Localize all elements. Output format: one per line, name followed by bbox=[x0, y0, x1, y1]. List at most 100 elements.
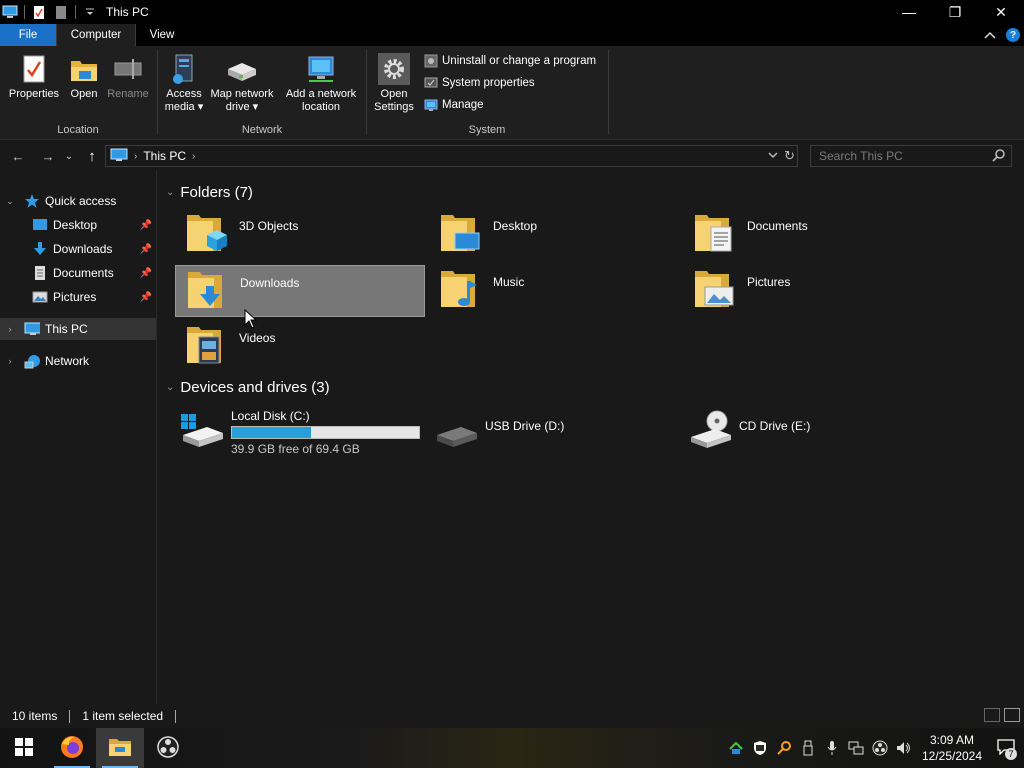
pin-icon[interactable]: 📌 bbox=[140, 220, 152, 231]
restore-button[interactable]: ❐ bbox=[932, 0, 978, 24]
nav-item-desktop[interactable]: Desktop 📌 bbox=[0, 214, 156, 236]
firefox-icon bbox=[59, 734, 85, 763]
breadcrumb-chevron-icon[interactable]: › bbox=[134, 151, 137, 162]
desktop-icon bbox=[32, 217, 48, 233]
map-network-drive-button[interactable]: Map network drive ▾ bbox=[206, 52, 278, 114]
address-dropdown-icon[interactable] bbox=[768, 150, 778, 162]
add-network-location-button[interactable]: Add a network location bbox=[280, 52, 362, 114]
collapse-chevron-icon[interactable]: ⌄ bbox=[166, 382, 174, 393]
up-button[interactable]: ↑ bbox=[83, 147, 101, 165]
taskbar-file-explorer[interactable] bbox=[96, 728, 144, 768]
properties-button[interactable]: Properties bbox=[6, 52, 62, 101]
view-toggle bbox=[984, 708, 1020, 722]
network-tray-icon[interactable] bbox=[844, 728, 868, 768]
map-drive-label-2: drive ▾ bbox=[225, 101, 259, 113]
forward-button[interactable]: → bbox=[39, 147, 57, 165]
manage-button[interactable]: Manage bbox=[423, 98, 484, 112]
navigation-bar: ← → ⌄ ↑ › This PC › ↻ bbox=[0, 141, 1024, 171]
minimize-button[interactable]: — bbox=[886, 0, 932, 24]
nav-label-this-pc: This PC bbox=[45, 322, 88, 336]
breadcrumb-this-pc[interactable]: This PC bbox=[143, 149, 186, 163]
folder-tile-downloads[interactable]: Downloads bbox=[175, 265, 425, 317]
drive-tile-usb-d[interactable]: USB Drive (D:) bbox=[429, 405, 679, 455]
nav-item-quick-access[interactable]: ⌄ Quick access bbox=[0, 190, 156, 212]
nav-item-this-pc[interactable]: › This PC bbox=[0, 318, 156, 340]
access-media-icon bbox=[167, 52, 201, 86]
nav-item-network[interactable]: › Network bbox=[0, 350, 156, 372]
properties-qat-icon[interactable] bbox=[31, 4, 47, 20]
search-icon[interactable] bbox=[992, 149, 1005, 165]
tab-file[interactable]: File bbox=[0, 24, 56, 46]
back-button[interactable]: ← bbox=[9, 147, 27, 165]
folder-tile-music[interactable]: Music bbox=[429, 265, 679, 317]
help-icon[interactable]: ? bbox=[1006, 28, 1020, 42]
new-folder-qat-icon[interactable] bbox=[53, 4, 69, 20]
group-header-devices[interactable]: ⌄ Devices and drives (3) bbox=[166, 379, 330, 396]
pin-icon[interactable]: 📌 bbox=[140, 244, 152, 255]
tab-computer[interactable]: Computer bbox=[56, 24, 136, 46]
pin-icon[interactable]: 📌 bbox=[140, 292, 152, 303]
nav-item-documents[interactable]: Documents 📌 bbox=[0, 262, 156, 284]
clock-time: 3:09 AM bbox=[929, 733, 975, 747]
large-icons-view-icon[interactable] bbox=[1004, 708, 1020, 722]
tab-view[interactable]: View bbox=[136, 24, 188, 46]
nav-label-desktop: Desktop bbox=[53, 218, 98, 232]
obs-tray-icon[interactable] bbox=[868, 728, 892, 768]
folder-tile-desktop[interactable]: Desktop bbox=[429, 209, 679, 261]
address-bar[interactable]: › This PC › ↻ bbox=[105, 145, 798, 167]
drive-name: CD Drive (E:) bbox=[739, 419, 811, 433]
open-button[interactable]: Open bbox=[62, 52, 106, 101]
chevron-up-icon[interactable] bbox=[984, 28, 996, 42]
pin-icon[interactable]: 📌 bbox=[140, 268, 152, 279]
recent-locations-button[interactable]: ⌄ bbox=[63, 147, 75, 165]
volume-icon[interactable] bbox=[892, 728, 916, 768]
folder-label: Music bbox=[493, 275, 525, 289]
microphone-icon[interactable] bbox=[820, 728, 844, 768]
network-icon bbox=[24, 353, 40, 369]
folder-tile-pictures[interactable]: Pictures bbox=[683, 265, 933, 317]
rename-button[interactable]: Rename bbox=[104, 52, 152, 101]
cd-drive-icon bbox=[687, 409, 733, 449]
taskbar-obs[interactable] bbox=[144, 728, 192, 768]
expand-chevron-icon[interactable]: › bbox=[4, 356, 16, 366]
group-label-location: Location bbox=[57, 124, 99, 136]
system-properties-button[interactable]: System properties bbox=[423, 76, 535, 90]
customize-qat-icon[interactable] bbox=[82, 4, 98, 20]
action-center-button[interactable]: 7 bbox=[988, 728, 1024, 768]
nav-item-downloads[interactable]: Downloads 📌 bbox=[0, 238, 156, 260]
open-settings-button[interactable]: Open Settings bbox=[371, 52, 417, 114]
clock[interactable]: 3:09 AM 12/25/2024 bbox=[916, 732, 988, 764]
details-view-icon[interactable] bbox=[984, 708, 1000, 722]
expand-chevron-icon[interactable]: ⌄ bbox=[4, 196, 16, 207]
uninstall-program-button[interactable]: Uninstall or change a program bbox=[423, 54, 596, 68]
drive-tile-local-disk-c[interactable]: Local Disk (C:) 39.9 GB free of 69.4 GB bbox=[175, 405, 425, 456]
folder-label: Downloads bbox=[240, 276, 300, 290]
taskbar-firefox[interactable] bbox=[48, 728, 96, 768]
folder-label: Pictures bbox=[747, 275, 791, 289]
search-tool-icon[interactable] bbox=[772, 728, 796, 768]
shield-icon[interactable] bbox=[748, 728, 772, 768]
folder-tile-3d-objects[interactable]: 3D Objects bbox=[175, 209, 425, 261]
start-button[interactable] bbox=[0, 728, 48, 768]
search-input[interactable] bbox=[811, 149, 981, 163]
manage-label: Manage bbox=[442, 99, 484, 111]
close-button[interactable]: ✕ bbox=[978, 0, 1024, 24]
folder-tile-videos[interactable]: Videos bbox=[175, 321, 425, 373]
drive-tile-cd-e[interactable]: CD Drive (E:) bbox=[683, 405, 933, 455]
access-media-button[interactable]: Access media ▾ bbox=[160, 52, 208, 114]
usb-eject-icon[interactable] bbox=[796, 728, 820, 768]
status-bar: 10 items 1 item selected bbox=[0, 704, 1024, 728]
tray-sync-icon[interactable] bbox=[724, 728, 748, 768]
refresh-icon[interactable]: ↻ bbox=[784, 148, 795, 164]
this-pc-icon[interactable] bbox=[2, 4, 18, 20]
group-header-folders[interactable]: ⌄ Folders (7) bbox=[166, 184, 253, 201]
collapse-chevron-icon[interactable]: ⌄ bbox=[166, 187, 174, 198]
breadcrumb-chevron-icon[interactable]: › bbox=[192, 151, 195, 162]
folder-tile-documents[interactable]: Documents bbox=[683, 209, 933, 261]
nav-item-pictures[interactable]: Pictures 📌 bbox=[0, 286, 156, 308]
expand-chevron-icon[interactable]: › bbox=[4, 324, 16, 334]
nav-label-downloads: Downloads bbox=[53, 242, 113, 256]
drive-name: Local Disk (C:) bbox=[231, 409, 310, 423]
downloads-arrow-icon bbox=[32, 241, 48, 257]
search-box[interactable] bbox=[810, 145, 1012, 167]
